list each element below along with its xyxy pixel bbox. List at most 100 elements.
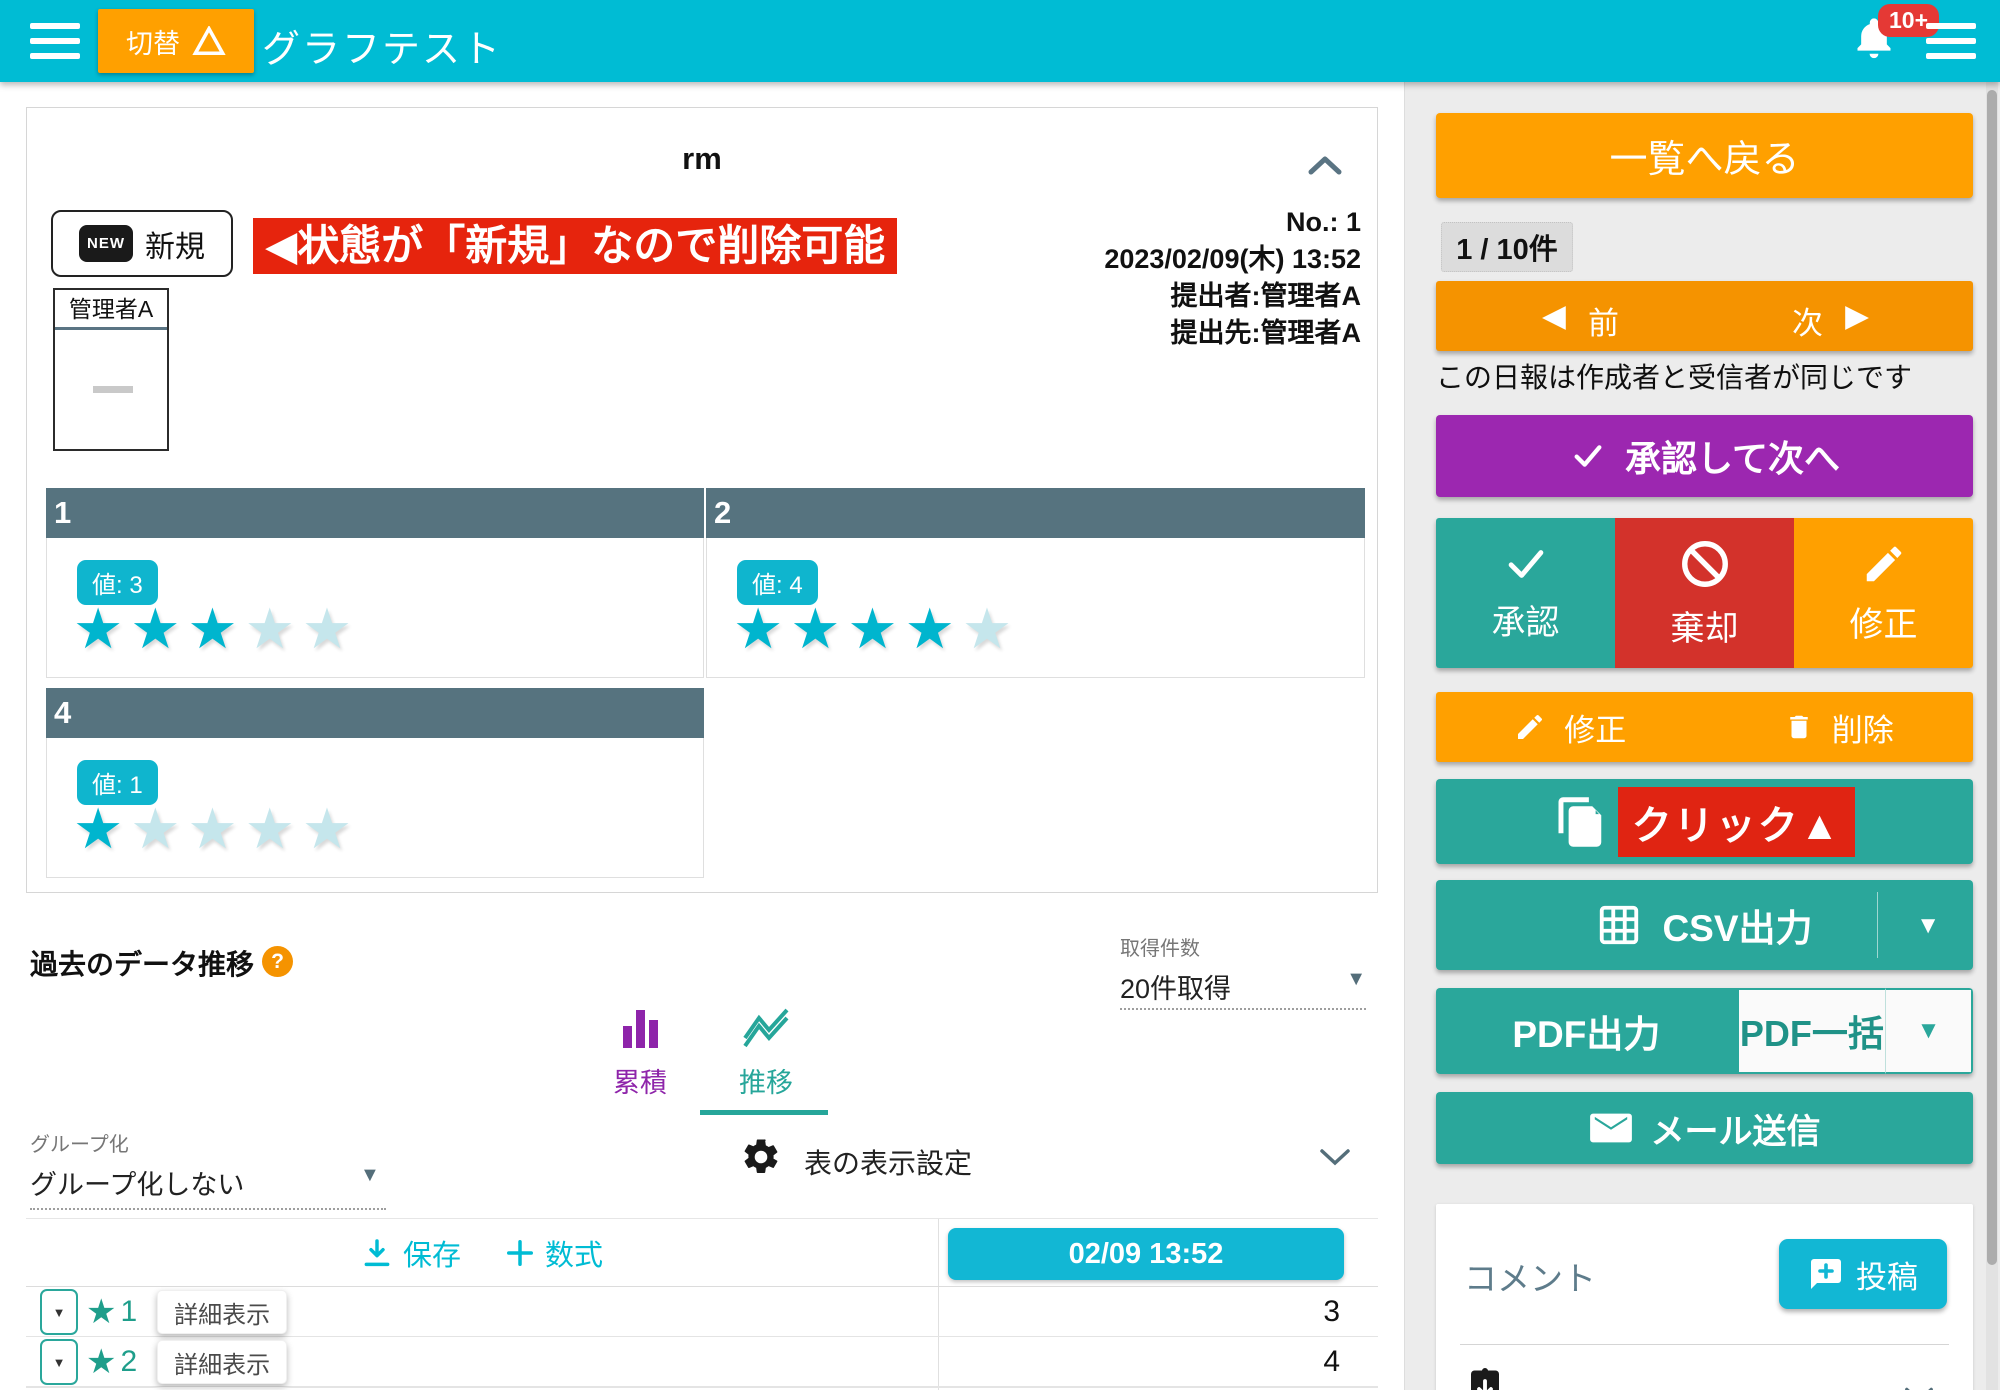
amend-button[interactable]: 修正: [1794, 518, 1973, 668]
cell-value: 4: [938, 1337, 1378, 1387]
pdf-export-button[interactable]: PDF出力: [1436, 988, 1737, 1074]
chevron-down-icon: [1903, 1386, 1935, 1390]
report-submitter: 提出者:管理者A: [1104, 278, 1361, 315]
star-empty-icon: ★: [245, 797, 302, 860]
star-empty-icon: ★: [962, 597, 1019, 660]
stamp-name: 管理者A: [55, 290, 167, 330]
tab-label: 累積: [595, 1061, 685, 1100]
switch-button[interactable]: 切替: [98, 9, 254, 73]
menu-icon[interactable]: [30, 23, 80, 59]
block-icon: [1678, 537, 1732, 591]
pencil-icon: [1514, 711, 1546, 743]
star-filled-icon: ★: [733, 597, 790, 660]
action-button-row: 承認 棄却 修正: [1436, 518, 1973, 668]
approve-button[interactable]: 承認: [1436, 518, 1615, 668]
table-row: ▼ ★ 2 詳細表示 4: [26, 1337, 1378, 1387]
rating-section-1: 1 値: 3 ★★★★★: [46, 488, 704, 678]
post-comment-button[interactable]: 投稿: [1779, 1239, 1947, 1309]
star-rating: ★★★★★: [73, 794, 359, 864]
report-datetime: 2023/02/09(木) 13:52: [1104, 241, 1361, 278]
status-label: 新規: [145, 222, 205, 266]
pdf-batch-button[interactable]: PDF一括: [1737, 988, 1885, 1074]
gear-icon: [740, 1136, 782, 1178]
emoji-label: 絵文字: [1556, 1382, 1649, 1390]
delete-label: 削除: [1832, 705, 1894, 750]
send-mail-button[interactable]: メール送信: [1436, 1092, 1973, 1164]
table-row: ▼ ★ 1 詳細表示 3: [26, 1287, 1378, 1337]
grouping-label: グループ化: [30, 1128, 386, 1157]
save-label: 保存: [403, 1232, 461, 1274]
grouping-select[interactable]: グループ化 グループ化しない ▼: [30, 1128, 386, 1210]
report-meta: No.: 1 2023/02/09(木) 13:52 提出者:管理者A 提出先:…: [1104, 204, 1361, 352]
star-empty-icon: ★: [302, 797, 359, 860]
save-button[interactable]: 保存: [361, 1232, 461, 1274]
history-table: 保存 数式 02/09 13:52 ▼ ★ 1 詳細表示 3 ▼: [26, 1218, 1378, 1390]
approve-and-next-button[interactable]: 承認して次へ: [1436, 415, 1973, 497]
star-filled-icon: ★: [73, 597, 130, 660]
chevron-up-icon: [1305, 152, 1345, 178]
tab-cumulative[interactable]: 累積: [595, 1008, 685, 1100]
pdf-dropdown-button[interactable]: ▼: [1885, 988, 1973, 1074]
approve-label: 承認: [1492, 595, 1560, 644]
edit-label: 修正: [1564, 705, 1626, 750]
report-card: rm NEW 新規 ◀状態が「新規」なので削除可能 No.: 1 2023/02…: [26, 107, 1378, 893]
star-empty-icon: ★: [130, 797, 187, 860]
column-date-button[interactable]: 02/09 13:52: [948, 1228, 1344, 1280]
emoji-accordion[interactable]: 絵文字: [1464, 1364, 1949, 1390]
help-icon[interactable]: ?: [262, 946, 293, 977]
line-chart-icon: [741, 1008, 791, 1048]
star-filled-icon: ★: [847, 597, 904, 660]
rating-header: 1: [46, 488, 704, 538]
scrollbar-track[interactable]: [1986, 82, 1998, 1390]
tab-transition[interactable]: 推移: [716, 1008, 816, 1100]
report-number: No.: 1: [1104, 204, 1361, 241]
next-button[interactable]: 次: [1792, 298, 1823, 343]
new-icon: NEW: [79, 225, 133, 262]
rating-body: 値: 1 ★★★★★: [46, 738, 704, 878]
star-rating: ★★★★★: [73, 594, 359, 664]
pager-count-badge: 1 / 10件: [1441, 222, 1573, 272]
fetch-count-select[interactable]: 取得件数 20件取得 ▼: [1120, 932, 1366, 1010]
pager-nav: ◀ 前 次 ▶: [1436, 281, 1973, 351]
rating-section-4: 4 値: 1 ★★★★★: [46, 688, 704, 878]
overflow-menu-icon[interactable]: [1926, 23, 1976, 59]
row-dropdown-button[interactable]: ▼: [40, 1289, 78, 1335]
prev-button[interactable]: 前: [1588, 298, 1619, 343]
page-title: グラフテスト: [262, 18, 502, 73]
copy-icon: [1554, 795, 1608, 849]
table-display-settings[interactable]: 表の表示設定: [740, 1136, 1360, 1182]
star-rating: ★★★★★: [733, 594, 1019, 664]
tab-label: 推移: [716, 1061, 816, 1100]
star-empty-icon: ★: [302, 597, 359, 660]
chevron-down-icon: [1318, 1146, 1352, 1168]
notifications-button[interactable]: 10+: [1852, 14, 1912, 74]
rating-header: 4: [46, 688, 704, 738]
formula-button[interactable]: 数式: [505, 1232, 603, 1274]
detail-button[interactable]: 詳細表示: [157, 1290, 287, 1334]
caret-down-icon[interactable]: ▼: [1916, 912, 1940, 940]
clipboard-download-icon: [1464, 1364, 1506, 1390]
back-to-list-button[interactable]: 一覧へ戻る: [1436, 113, 1973, 198]
divider: [1460, 1344, 1949, 1345]
deletable-note-banner: ◀状態が「新規」なので削除可能: [253, 218, 897, 274]
star-filled-icon: ★: [130, 597, 187, 660]
cell-value: 3: [938, 1287, 1378, 1337]
reject-button[interactable]: 棄却: [1615, 518, 1794, 668]
post-label: 投稿: [1856, 1252, 1918, 1297]
edit-button[interactable]: 修正: [1436, 692, 1705, 762]
row-number: 1: [120, 1295, 137, 1329]
scrollbar-thumb[interactable]: [1987, 90, 1997, 1265]
next-arrow-icon[interactable]: ▶: [1845, 298, 1869, 334]
action-sidebar: 一覧へ戻る 1 / 10件 ◀ 前 次 ▶ この日報は作成者と受信者が同じです …: [1404, 82, 2000, 1390]
check-icon: [1500, 543, 1552, 585]
collapse-button[interactable]: [1305, 152, 1345, 178]
prev-arrow-icon[interactable]: ◀: [1542, 298, 1566, 334]
plus-icon: [505, 1238, 535, 1268]
pdf-button-group: PDF出力 PDF一括 ▼: [1436, 988, 1973, 1074]
copy-button[interactable]: クリック▲: [1436, 779, 1973, 864]
row-dropdown-button[interactable]: ▼: [40, 1339, 78, 1385]
rating-header: 2: [706, 488, 1365, 538]
delete-button[interactable]: 削除: [1705, 692, 1974, 762]
csv-export-button[interactable]: CSV出力 ▼: [1436, 880, 1973, 970]
detail-button[interactable]: 詳細表示: [157, 1340, 287, 1384]
